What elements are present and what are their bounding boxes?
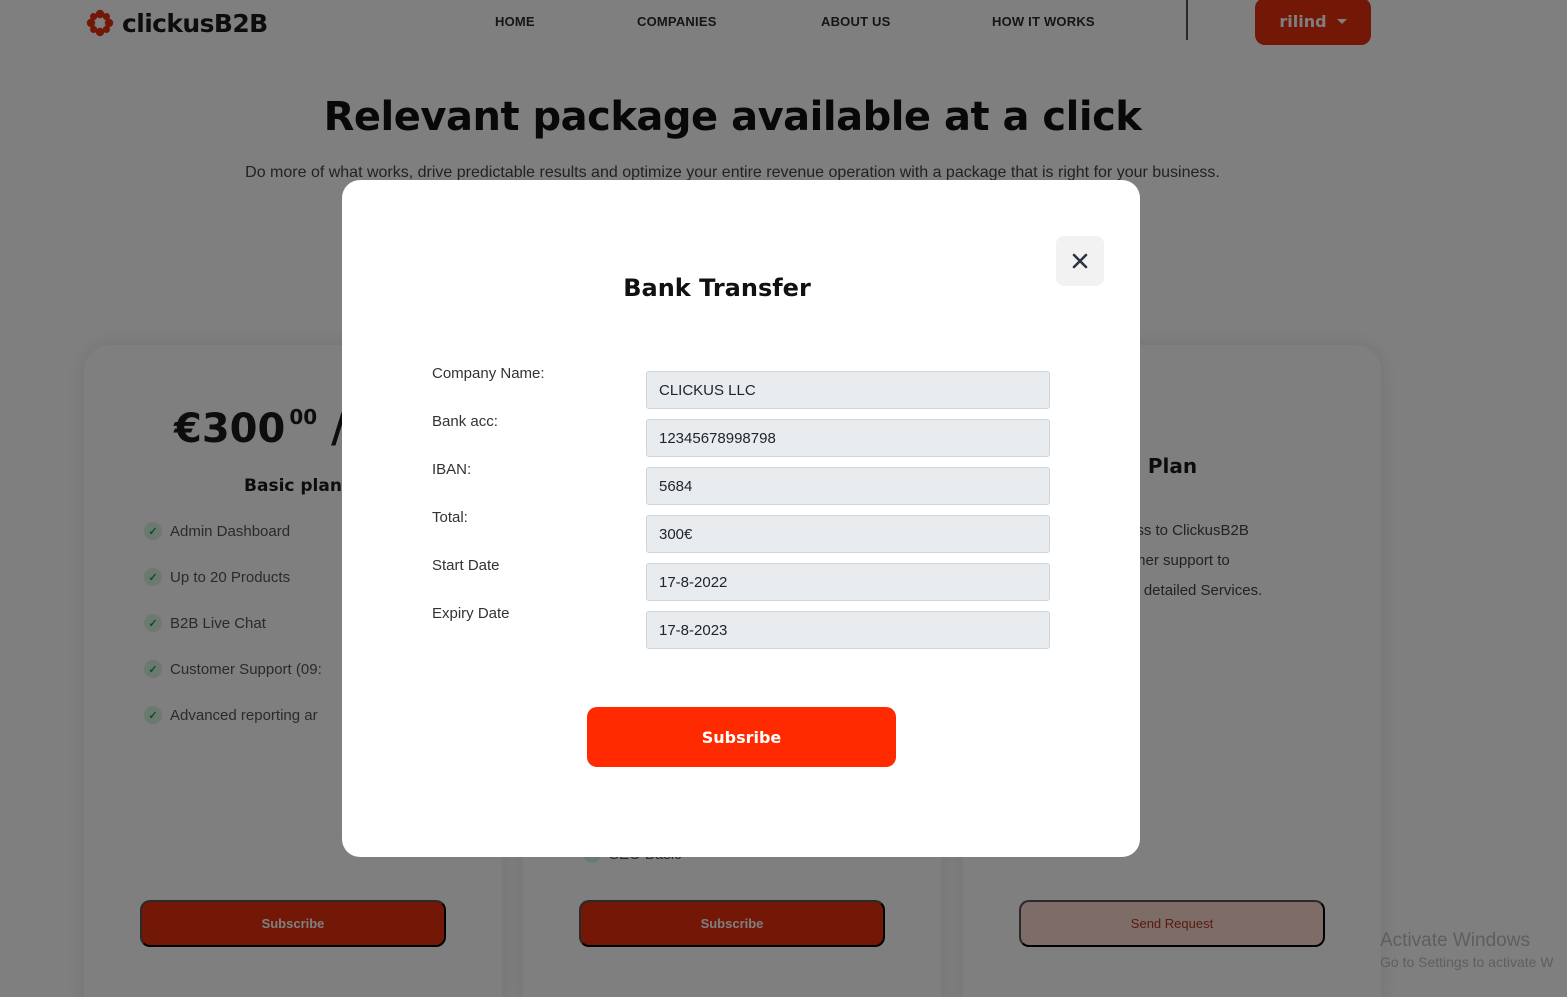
company-name-label: Company Name: [432,365,545,382]
start-date-row: Start Date [432,557,1052,601]
close-icon [1072,253,1088,269]
iban-field[interactable] [646,467,1050,505]
expiry-date-label: Expiry Date [432,605,510,622]
company-name-row: Company Name: [432,365,1052,409]
iban-row: IBAN: [432,461,1052,505]
total-field[interactable] [646,515,1050,553]
company-name-field[interactable] [646,371,1050,409]
bank-account-row: Bank acc: [432,413,1052,457]
start-date-label: Start Date [432,557,500,574]
expiry-date-field[interactable] [646,611,1050,649]
total-row: Total: [432,509,1052,553]
bank-account-field[interactable] [646,419,1050,457]
bank-account-label: Bank acc: [432,413,498,430]
start-date-field[interactable] [646,563,1050,601]
total-label: Total: [432,509,468,526]
iban-label: IBAN: [432,461,472,478]
modal-title: Bank Transfer [623,274,811,302]
subscribe-button[interactable]: Subsribe [587,707,896,767]
bank-transfer-modal: Bank Transfer Company Name: Bank acc: IB… [342,180,1140,857]
expiry-date-row: Expiry Date [432,605,1052,649]
